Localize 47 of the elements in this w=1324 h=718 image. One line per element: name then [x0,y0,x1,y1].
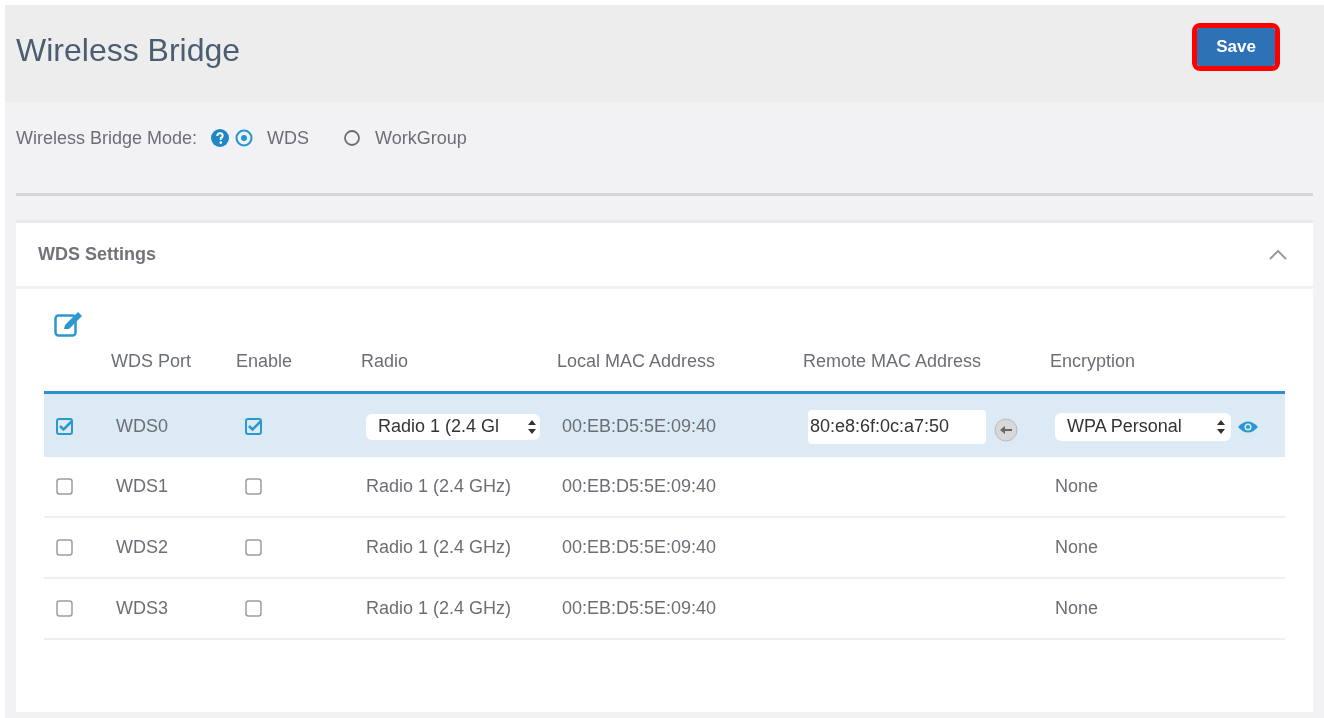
radio-button[interactable] [235,129,254,147]
selected-row[interactable]: WDS0 Radio 1 (2.4 Gl 00:EB:D5:5E:09:40 80:e8:6f:0c:a7:50 WPA Personal [44,394,1285,457]
encryption-select[interactable]: WPA Personal [1055,412,1231,441]
dropdown-arrows-icon[interactable] [1217,419,1225,434]
table-cell-text: WDS0 [116,415,168,438]
table-cell-text: None [1055,536,1099,559]
mode-label: Wireless Bridge Mode: [16,126,198,150]
checkbox[interactable] [245,539,262,556]
checkbox[interactable] [56,478,73,495]
column-header: Encryption [1050,351,1136,371]
table-cell-text: Radio 1 (2.4 GHz) [366,475,512,498]
checkbox[interactable] [56,539,73,556]
table-cell-text: 00:EB:D5:5E:09:40 [562,597,717,620]
checkbox[interactable] [245,478,262,495]
table-cell-text: WDS1 [116,475,168,498]
radio-select[interactable]: Radio 1 (2.4 Gl [366,413,540,440]
column-header: Radio [361,351,409,371]
edit-icon[interactable] [54,311,84,337]
table-cell-text: WDS3 [116,597,168,620]
table-cell-text: 00:EB:D5:5E:09:40 [562,415,717,438]
table-cell-text: None [1055,597,1099,620]
column-header: Remote MAC Address [803,351,982,371]
checkbox[interactable] [245,418,262,435]
table-cell-text: Radio 1 (2.4 GHz) [366,597,512,620]
radio-label[interactable]: WDS [267,124,310,152]
remote-mac-field[interactable]: 80:e8:6f:0c:a7:50 [808,409,986,444]
collapse-chevron-icon[interactable] [1269,249,1287,260]
radio-label[interactable]: WorkGroup [375,124,467,152]
table-cell-text: 00:EB:D5:5E:09:40 [562,536,717,559]
table-cell-text: 00:EB:D5:5E:09:40 [562,475,717,498]
dropdown-arrows-icon[interactable] [528,419,536,434]
table-cell-text: Radio 1 (2.4 GHz) [366,536,512,559]
arrow-left-icon[interactable] [994,417,1018,442]
save-button[interactable]: Save [1197,28,1275,66]
page-title: Wireless Bridge [16,31,241,70]
column-header: WDS Port [111,351,191,371]
table-cell-text: None [1055,475,1099,498]
panel-title: WDS Settings [38,243,156,266]
checkbox[interactable] [245,600,262,617]
radio-button[interactable] [343,129,362,147]
column-header: Local MAC Address [557,351,716,371]
checkbox[interactable] [56,600,73,617]
checkbox[interactable] [56,418,73,435]
table-cell-text: WDS2 [116,536,168,559]
column-header: Enable [236,351,293,371]
help-icon[interactable] [211,129,230,147]
eye-icon[interactable] [1237,419,1259,434]
